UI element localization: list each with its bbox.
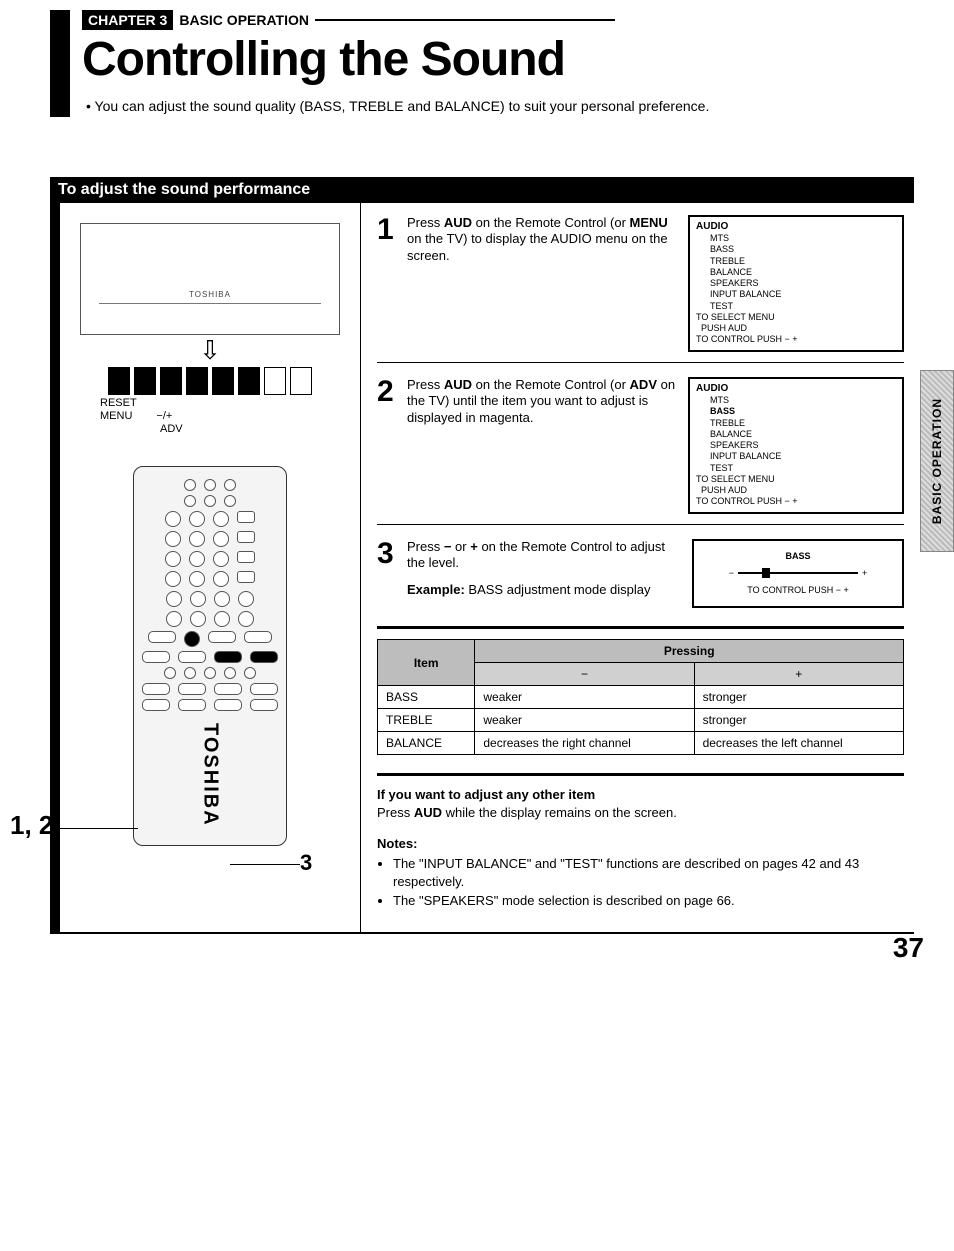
side-tab: BASIC OPERATION [920,370,954,552]
arrow-down-icon: ⇩ [70,337,350,363]
chapter-line: CHAPTER 3 BASIC OPERATION [82,10,914,30]
tv-brand: TOSHIBA [189,290,231,299]
notes-head: Notes: [377,835,904,853]
intro-text: You can adjust the sound quality (BASS, … [86,97,786,117]
table-row: BASSweakerstronger [378,686,904,709]
step: 1 Press AUD on the Remote Control (or MEN… [377,215,904,352]
step-text: Press AUD on the Remote Control (or MENU… [407,215,678,266]
th-minus: − [475,663,694,686]
chapter-badge: CHAPTER 3 [82,10,173,30]
effects-table: Item Pressing − + BASSweakerstrongerTREB… [377,639,904,755]
table-row: TREBLEweakerstronger [378,709,904,732]
tv-diagram: TOSHIBA [80,223,340,335]
title-accent-bar [50,10,70,117]
label-menu: MENU [100,410,132,423]
body-layout: TOSHIBA ⇩ RESET MENU −/+ ADV [50,203,914,934]
th-pressing: Pressing [475,640,904,663]
th-plus: + [694,663,903,686]
side-tab-label: BASIC OPERATION [930,398,944,524]
osd-menu: AUDIO MTS BASS TREBLE BALANCE SPEAKERS I… [688,215,904,352]
page-number: 37 [893,932,924,964]
leader-line-3 [230,864,300,865]
remote-diagram: TOSHIBA [133,466,287,846]
note-item: The "SPEAKERS" mode selection is describ… [393,892,904,910]
chapter-rule [315,19,615,21]
table-row: BALANCEdecreases the right channeldecrea… [378,732,904,755]
osd-bass: BASS−+TO CONTROL PUSH − + [692,539,904,609]
other-item-body: Press AUD while the display remains on t… [377,804,904,822]
page-title: Controlling the Sound [82,32,914,87]
page: CHAPTER 3 BASIC OPERATION Controlling th… [0,0,954,974]
label-reset: RESET [100,397,350,410]
other-item-head: If you want to adjust any other item [377,786,904,804]
osd-menu: AUDIO MTS BASS TREBLE BALANCE SPEAKERS I… [688,377,904,514]
step-text: Press − or + on the Remote Control to ad… [407,539,682,600]
step: 3 Press − or + on the Remote Control to a… [377,539,904,609]
illustration-column: TOSHIBA ⇩ RESET MENU −/+ ADV [60,203,361,932]
remote-brand: TOSHIBA [199,723,222,827]
step-number: 3 [377,539,397,569]
step-number: 2 [377,377,397,407]
step-number: 1 [377,215,397,245]
label-plusminus: −/+ [156,410,172,423]
instructions-column: 1 Press AUD on the Remote Control (or MEN… [361,203,914,932]
th-item: Item [378,640,475,686]
step: 2 Press AUD on the Remote Control (or ADV… [377,377,904,514]
step-text: Press AUD on the Remote Control (or ADV … [407,377,678,428]
callout-step-3: 3 [300,850,312,876]
notes-block: Notes: The "INPUT BALANCE" and "TEST" fu… [377,835,904,909]
leader-line-12 [58,828,138,829]
title-block: CHAPTER 3 BASIC OPERATION Controlling th… [50,10,914,117]
note-item: The "INPUT BALANCE" and "TEST" functions… [393,855,904,890]
other-item-block: If you want to adjust any other item Pre… [377,786,904,821]
callout-steps-1-2: 1, 2 [10,810,53,841]
tv-control-labels: RESET MENU −/+ ADV [100,397,350,437]
label-adv: ADV [160,423,350,436]
steps-list: 1 Press AUD on the Remote Control (or MEN… [377,215,904,609]
section-heading: To adjust the sound performance [50,177,914,203]
chapter-suffix: BASIC OPERATION [179,12,309,28]
tv-controls-row [76,367,344,395]
